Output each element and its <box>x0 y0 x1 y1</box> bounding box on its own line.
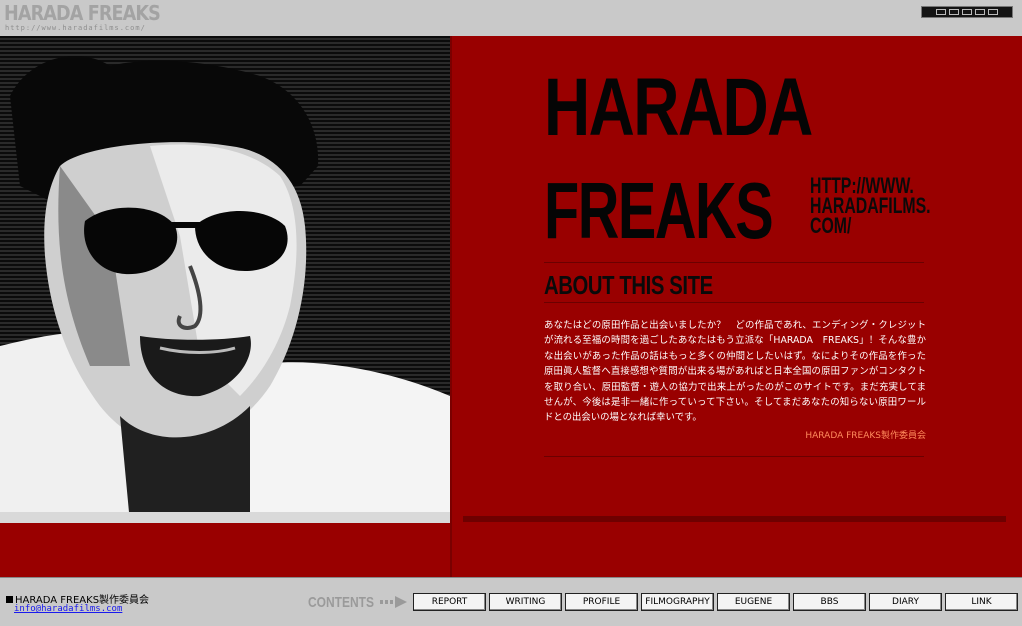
divider-rule-bottom <box>544 456 924 457</box>
nav-writing-button[interactable]: WRITING <box>489 593 562 611</box>
title-harada: HARADA <box>544 62 813 153</box>
nav-filmography-button[interactable]: FILMOGRAPHY <box>641 593 714 611</box>
site-url-stack[interactable]: HTTP://WWW. HARADAFILMS. COM/ <box>810 175 931 238</box>
top-bar: HARADA FREAKS http://www.haradafilms.com… <box>0 0 1022 36</box>
email-link[interactable]: info@haradafilms.com <box>14 604 122 614</box>
nav-report-button[interactable]: REPORT <box>413 593 486 611</box>
signature: HARADA FREAKS製作委員会 <box>805 431 926 441</box>
badge-icon <box>921 6 1013 18</box>
site-logo[interactable]: HARADA FREAKS <box>4 1 161 25</box>
title-freaks: FREAKS <box>544 166 774 255</box>
about-panel: HARADA FREAKS HTTP://WWW. HARADAFILMS. C… <box>450 36 1022 523</box>
contents-nav: REPORT WRITING PROFILE FILMOGRAPHY EUGEN… <box>413 593 1018 611</box>
photo-bottom-stripe <box>0 512 450 523</box>
about-body-text: あなたはどの原田作品と出会いましたか？ どの作品であれ、エンディング・クレジット… <box>544 320 926 424</box>
url-line-3: COM/ <box>810 213 852 238</box>
footer: HARADA FREAKS製作委員会 info@haradafilms.com … <box>0 577 1022 626</box>
arrow-right-icon <box>380 596 407 608</box>
logo-url: http://www.haradafilms.com/ <box>5 24 146 32</box>
nav-eugene-button[interactable]: EUGENE <box>717 593 790 611</box>
nav-bbs-button[interactable]: BBS <box>793 593 866 611</box>
square-bullet-icon <box>6 596 13 603</box>
nav-link-button[interactable]: LINK <box>945 593 1018 611</box>
contents-label: CONTENTS <box>308 594 374 611</box>
section-title: ABOUT THIS SITE <box>544 270 713 300</box>
portrait-image <box>0 36 450 523</box>
bottom-red-bar <box>463 516 1006 522</box>
director-portrait <box>0 36 450 523</box>
divider-rule-mid <box>544 302 924 303</box>
main-panel: HARADA FREAKS HTTP://WWW. HARADAFILMS. C… <box>0 36 1022 577</box>
divider-rule-top <box>544 262 924 263</box>
nav-profile-button[interactable]: PROFILE <box>565 593 638 611</box>
nav-diary-button[interactable]: DIARY <box>869 593 942 611</box>
